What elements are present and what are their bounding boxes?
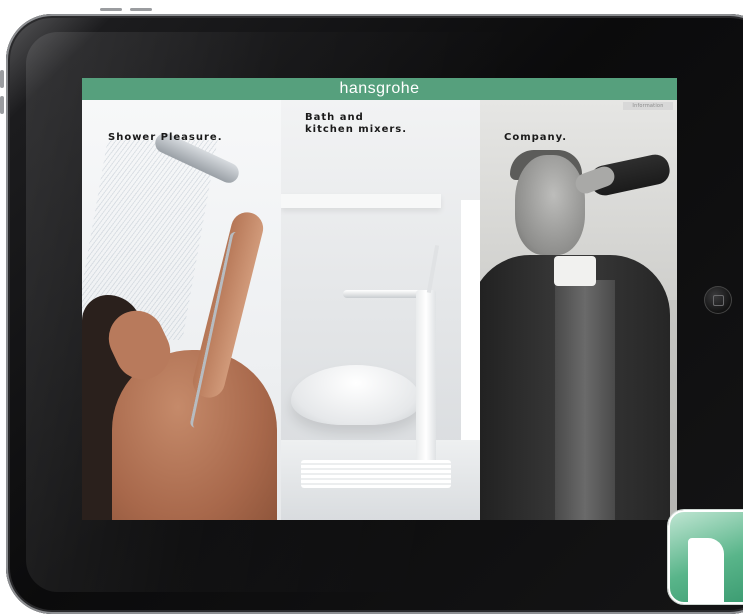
photo-vest	[555, 280, 615, 520]
brand-logo[interactable]: hansgrohe	[339, 80, 419, 98]
panel-label-bath: Bath and kitchen mixers.	[305, 112, 407, 136]
app-screen: hansgrohe Shower Pleasure. Bath and kitc…	[82, 78, 677, 520]
panel-label-line: Company.	[504, 132, 568, 143]
panel-bath-kitchen-mixers[interactable]: Bath and kitchen mixers.	[281, 100, 480, 520]
panel-shower-pleasure[interactable]: Shower Pleasure.	[82, 100, 281, 520]
sleep-button[interactable]	[100, 8, 122, 11]
washbasin	[291, 365, 421, 425]
home-button[interactable]	[704, 286, 732, 314]
faucet-icon	[416, 290, 436, 470]
app-icon-shape	[688, 538, 724, 602]
panel-label-line: Bath and	[305, 112, 364, 123]
app-header: hansgrohe	[82, 78, 677, 100]
panel-label-company: Company.	[504, 132, 567, 144]
volume-down-button[interactable]	[0, 96, 4, 114]
volume-up-button[interactable]	[0, 70, 4, 88]
photo-collar	[554, 256, 596, 286]
power-button[interactable]	[130, 8, 152, 11]
panel-label-shower: Shower Pleasure.	[108, 132, 223, 144]
towel	[301, 460, 451, 488]
panel-label-line: kitchen mixers.	[305, 124, 408, 135]
panel-label-line: Shower Pleasure.	[108, 132, 223, 143]
home-button-icon	[713, 295, 724, 306]
shelf	[281, 194, 441, 208]
hansgrohe-app-icon[interactable]	[668, 510, 743, 604]
photo-head	[515, 155, 585, 255]
panel-company[interactable]: Company. Information	[480, 100, 677, 520]
faucet-lever	[426, 245, 440, 293]
info-button[interactable]: Information	[623, 102, 673, 110]
